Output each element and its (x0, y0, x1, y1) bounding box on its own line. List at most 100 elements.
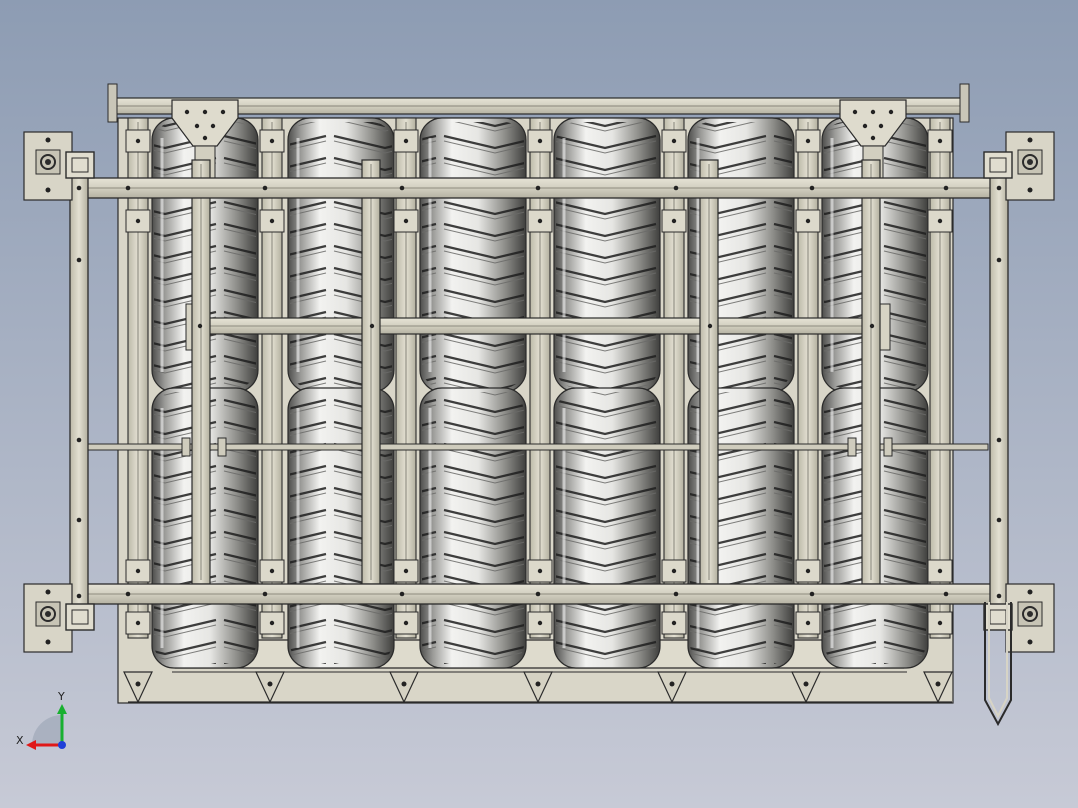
clip-bolt (671, 218, 677, 224)
mid-bolt (869, 323, 875, 329)
plate-pin (45, 611, 51, 617)
tire-tread (422, 392, 524, 664)
gusset-bolt (194, 123, 200, 129)
gusset-bolt (852, 109, 858, 115)
upright-bolt (996, 593, 1002, 599)
upright-bolt (996, 185, 1002, 191)
gusset-bolt (202, 109, 208, 115)
gusset-bolt (870, 135, 876, 141)
plate-bolt (45, 187, 51, 193)
clip-bolt (937, 620, 943, 626)
upright-bolt (996, 257, 1002, 263)
beam-bolt (125, 185, 131, 191)
tire-tread (556, 122, 658, 388)
gusset-bolt (220, 109, 226, 115)
foot-bolt (401, 681, 407, 687)
clip-bolt (537, 218, 543, 224)
foot-bolt (535, 681, 541, 687)
clip-bolt (537, 568, 543, 574)
plate-bolt (1027, 187, 1033, 193)
rod-clamp (217, 437, 227, 457)
triad-y-label: Y (57, 690, 65, 703)
frame-socket (65, 603, 95, 631)
upright-bolt (76, 437, 82, 443)
clip-bolt (403, 620, 409, 626)
clip-bolt (135, 620, 141, 626)
clip-bolt (937, 218, 943, 224)
upright-bolt (76, 517, 82, 523)
tire (553, 387, 661, 669)
upright-bolt (76, 593, 82, 599)
corner-plate (1005, 583, 1055, 653)
beam-bolt (399, 185, 405, 191)
beam-bolt (673, 185, 679, 191)
clip-bolt (269, 218, 275, 224)
foot-bolt (135, 681, 141, 687)
plate-pin (1027, 611, 1033, 617)
gusset-bolt (870, 109, 876, 115)
mid-bolt (707, 323, 713, 329)
clip-bolt (937, 138, 943, 144)
plate-bolt (45, 589, 51, 595)
beam-bolt (809, 591, 815, 597)
upright-bolt (996, 437, 1002, 443)
beam-bolt (262, 185, 268, 191)
clip-bolt (671, 568, 677, 574)
gusset-bolt (878, 123, 884, 129)
frame-socket (983, 151, 1013, 179)
corner-plate (23, 131, 73, 201)
gusset-bolt (184, 109, 190, 115)
corner-plate (1005, 131, 1055, 201)
clip-bolt (537, 138, 543, 144)
clip-bolt (671, 138, 677, 144)
clip-bolt (403, 218, 409, 224)
triad-x-label: X (16, 734, 24, 747)
tire (553, 117, 661, 393)
beam-bolt (943, 185, 949, 191)
clip-bolt (537, 620, 543, 626)
foot-bolt (267, 681, 273, 687)
clip-bolt (937, 568, 943, 574)
corner-plate (23, 583, 73, 653)
cad-viewport[interactable]: Y X (0, 0, 1078, 808)
tire (419, 117, 527, 393)
clip-bolt (403, 568, 409, 574)
clip-bolt (135, 218, 141, 224)
beam-bolt (535, 185, 541, 191)
clip-bolt (269, 620, 275, 626)
beam-bolt (262, 591, 268, 597)
beam-bolt (943, 591, 949, 597)
gusset-bolt (888, 109, 894, 115)
foot-bolt (669, 681, 675, 687)
beam-bolt (125, 591, 131, 597)
plate-bolt (1027, 639, 1033, 645)
clip-bolt (805, 218, 811, 224)
clip-bolt (135, 138, 141, 144)
clip-bolt (269, 568, 275, 574)
mid-bolt (197, 323, 203, 329)
plate-pin (1027, 159, 1033, 165)
plate-bolt (45, 639, 51, 645)
tire-tread (422, 122, 524, 388)
plate-pin (45, 159, 51, 165)
upright-bolt (996, 517, 1002, 523)
beam-bolt (809, 185, 815, 191)
beam-bolt (399, 591, 405, 597)
rod-clamp (847, 437, 857, 457)
clip-bolt (671, 620, 677, 626)
gusset-bolt (202, 135, 208, 141)
plate-bolt (1027, 589, 1033, 595)
clip-bolt (269, 138, 275, 144)
clip-bolt (805, 620, 811, 626)
frame-socket (65, 151, 95, 179)
rod-clamp (181, 437, 191, 457)
tire-tread (556, 392, 658, 664)
clip-bolt (135, 568, 141, 574)
foot-bolt (935, 681, 941, 687)
foot-bolt (803, 681, 809, 687)
upright-bolt (76, 257, 82, 263)
beam-bolt (535, 591, 541, 597)
tire (419, 387, 527, 669)
gusset-bolt (210, 123, 216, 129)
clip-bolt (805, 568, 811, 574)
